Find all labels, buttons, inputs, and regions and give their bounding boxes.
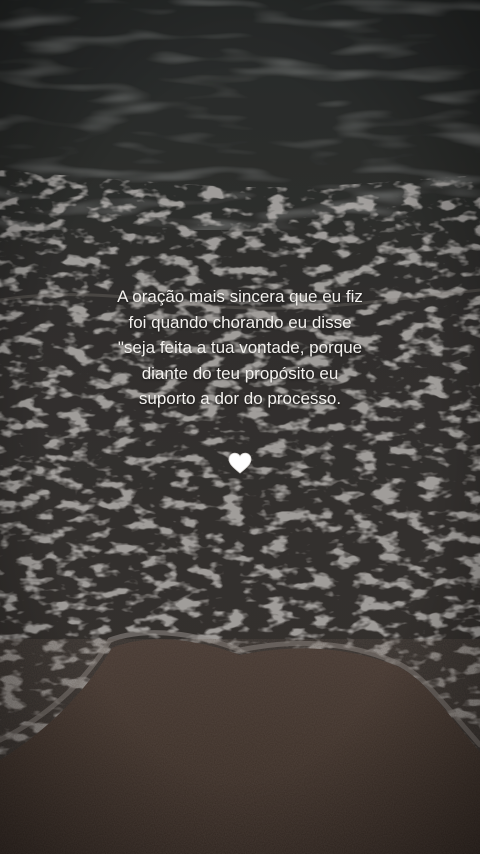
quote-line: A oração mais sincera que eu fiz — [117, 287, 363, 306]
quote-line: foi quando chorando eu disse — [128, 312, 352, 332]
white-heart-icon — [228, 452, 252, 474]
beach-background — [0, 0, 480, 854]
wallpaper-scene: A oração mais sincera que eu fiz foi qua… — [0, 0, 480, 854]
quote-line: suporto a dor do processo. — [138, 389, 342, 408]
quote-line: diante do teu propósito eu — [141, 363, 339, 383]
quote-text: A oração mais sincera que eu fiz foi qua… — [40, 284, 440, 412]
quote-line: "seja feita a tua vontade, porque — [117, 338, 363, 357]
